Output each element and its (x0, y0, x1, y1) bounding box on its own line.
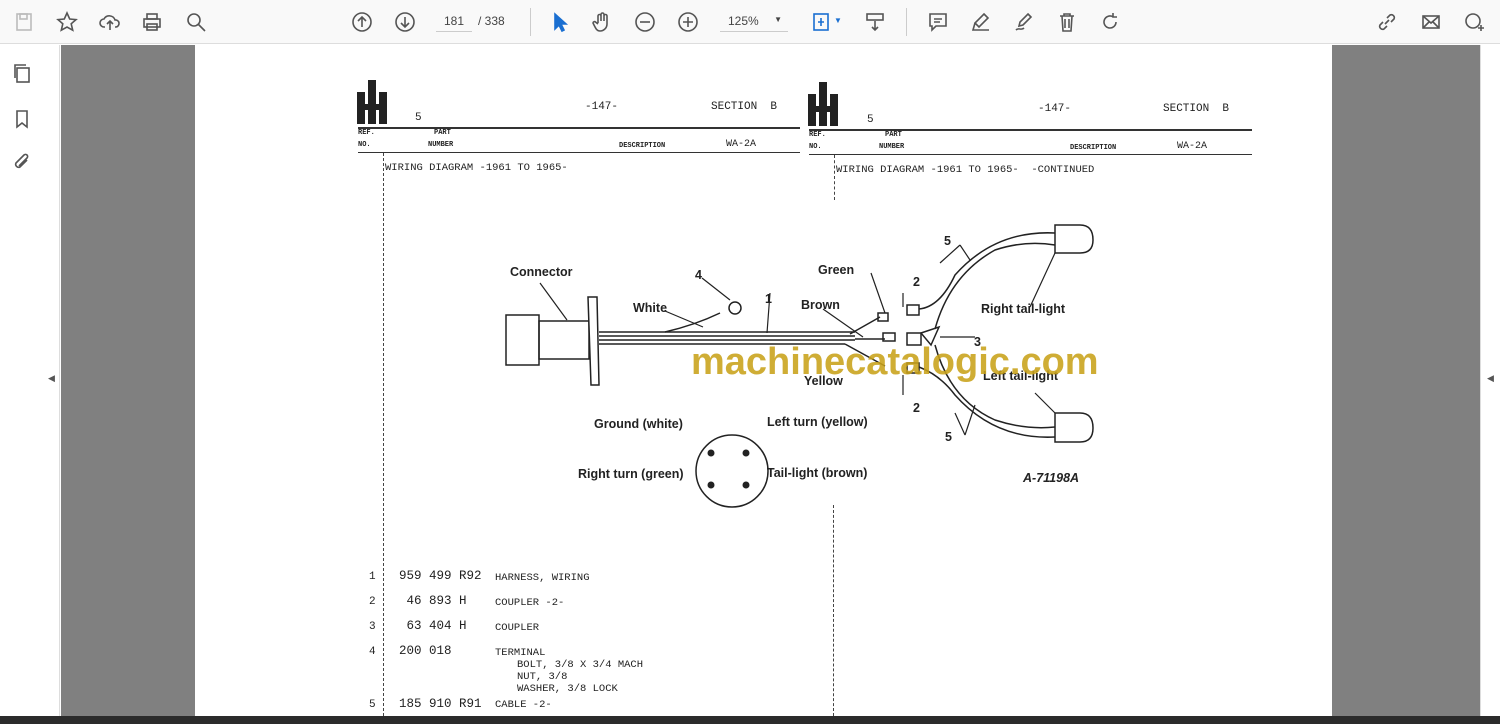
brown-label: Brown (801, 298, 840, 312)
scroll-mode-icon[interactable] (861, 8, 889, 36)
print-icon[interactable] (138, 8, 166, 36)
callout-2: 2 (913, 275, 920, 289)
document-viewer: 5 -147- SECTION B REF. NO. PART NUMBER D… (61, 45, 1480, 716)
part-number: 46 893 H (399, 594, 467, 608)
part-description: CABLE -2- (495, 699, 552, 711)
part-number: 959 499 R92 (399, 569, 482, 583)
white-label: White (633, 301, 667, 315)
connector-label: Connector (510, 265, 573, 279)
ref-no: 5 (369, 699, 376, 711)
highlight-pen-icon[interactable] (967, 8, 995, 36)
figure-number: A-71198A (1022, 471, 1079, 485)
right-tail-light-label: Right tail-light (981, 302, 1066, 316)
comment-icon[interactable] (924, 8, 952, 36)
trash-icon[interactable] (1053, 8, 1081, 36)
save-icon[interactable] (10, 8, 38, 36)
toolbar: / 338 125% ▼ ▼ (0, 0, 1500, 44)
star-icon[interactable] (53, 8, 81, 36)
fit-page-icon[interactable] (808, 8, 836, 36)
previous-page-button[interactable] (348, 8, 376, 36)
bookmark-icon[interactable] (8, 105, 36, 133)
search-zoom-icon[interactable] (182, 8, 210, 36)
rotate-icon[interactable] (1096, 8, 1124, 36)
sign-icon[interactable] (1010, 8, 1038, 36)
ground-label: Ground (white) (594, 417, 683, 431)
ref-no: 2 (369, 596, 376, 608)
sub-item: NUT, 3/8 (517, 671, 568, 683)
coupler-2 (906, 304, 920, 316)
callout-5: 5 (945, 430, 952, 444)
zoom-level-value: 125% (728, 14, 759, 28)
part-description: TERMINAL (495, 647, 546, 659)
pages-thumbnail-icon[interactable] (8, 59, 36, 87)
cloud-upload-icon[interactable] (96, 8, 124, 36)
ref-no: 3 (369, 621, 376, 633)
ref-no: 1 (369, 571, 376, 583)
hand-tool-icon[interactable] (588, 8, 616, 36)
sub-item: WASHER, 3/8 LOCK (517, 683, 618, 695)
divider (906, 8, 907, 36)
select-cursor-icon[interactable] (545, 8, 573, 36)
part-number: 185 910 R91 (399, 697, 482, 711)
bottom-bar (0, 716, 1500, 724)
next-page-button[interactable] (391, 8, 419, 36)
callout-1: 1 (765, 292, 772, 306)
add-user-icon[interactable] (1460, 8, 1488, 36)
page-total: / 338 (478, 14, 505, 28)
right-sidebar: ◀ (1473, 45, 1500, 724)
left-turn-label: Left turn (yellow) (767, 415, 868, 429)
chevron-down-icon: ▼ (774, 15, 782, 24)
tail-light-label: Tail-light (brown) (767, 466, 867, 480)
callout-5: 5 (944, 234, 951, 248)
part-description: COUPLER -2- (495, 597, 565, 609)
part-description: HARNESS, WIRING (495, 572, 590, 584)
green-label: Green (818, 263, 854, 277)
part-description: COUPLER (495, 622, 540, 634)
left-sidebar: ◀ (0, 45, 60, 724)
sub-item: BOLT, 3/8 X 3/4 MACH (517, 659, 644, 671)
zoom-in-button[interactable] (674, 8, 702, 36)
expand-right-panel-icon[interactable]: ◀ (1487, 373, 1494, 384)
connector-body (505, 314, 540, 366)
attachment-icon[interactable] (8, 148, 36, 176)
watermark: machinecatalogic.com (691, 341, 1099, 383)
page-number-input[interactable] (436, 10, 472, 32)
chevron-down-icon[interactable]: ▼ (834, 16, 842, 25)
part-number: 200 018 (399, 644, 452, 658)
email-icon[interactable] (1417, 8, 1445, 36)
right-turn-label: Right turn (green) (578, 467, 684, 481)
ref-no: 4 (369, 646, 376, 658)
callout-2: 2 (913, 401, 920, 415)
share-link-icon[interactable] (1373, 8, 1401, 36)
divider (530, 8, 531, 36)
collapse-left-panel-icon[interactable]: ◀ (48, 373, 55, 384)
callout-4: 4 (695, 268, 702, 282)
part-number: 63 404 H (399, 619, 467, 633)
pdf-page: 5 -147- SECTION B REF. NO. PART NUMBER D… (195, 45, 1332, 716)
zoom-out-button[interactable] (631, 8, 659, 36)
plug-face (695, 434, 769, 508)
zoom-level-select[interactable]: 125% ▼ (720, 10, 788, 32)
